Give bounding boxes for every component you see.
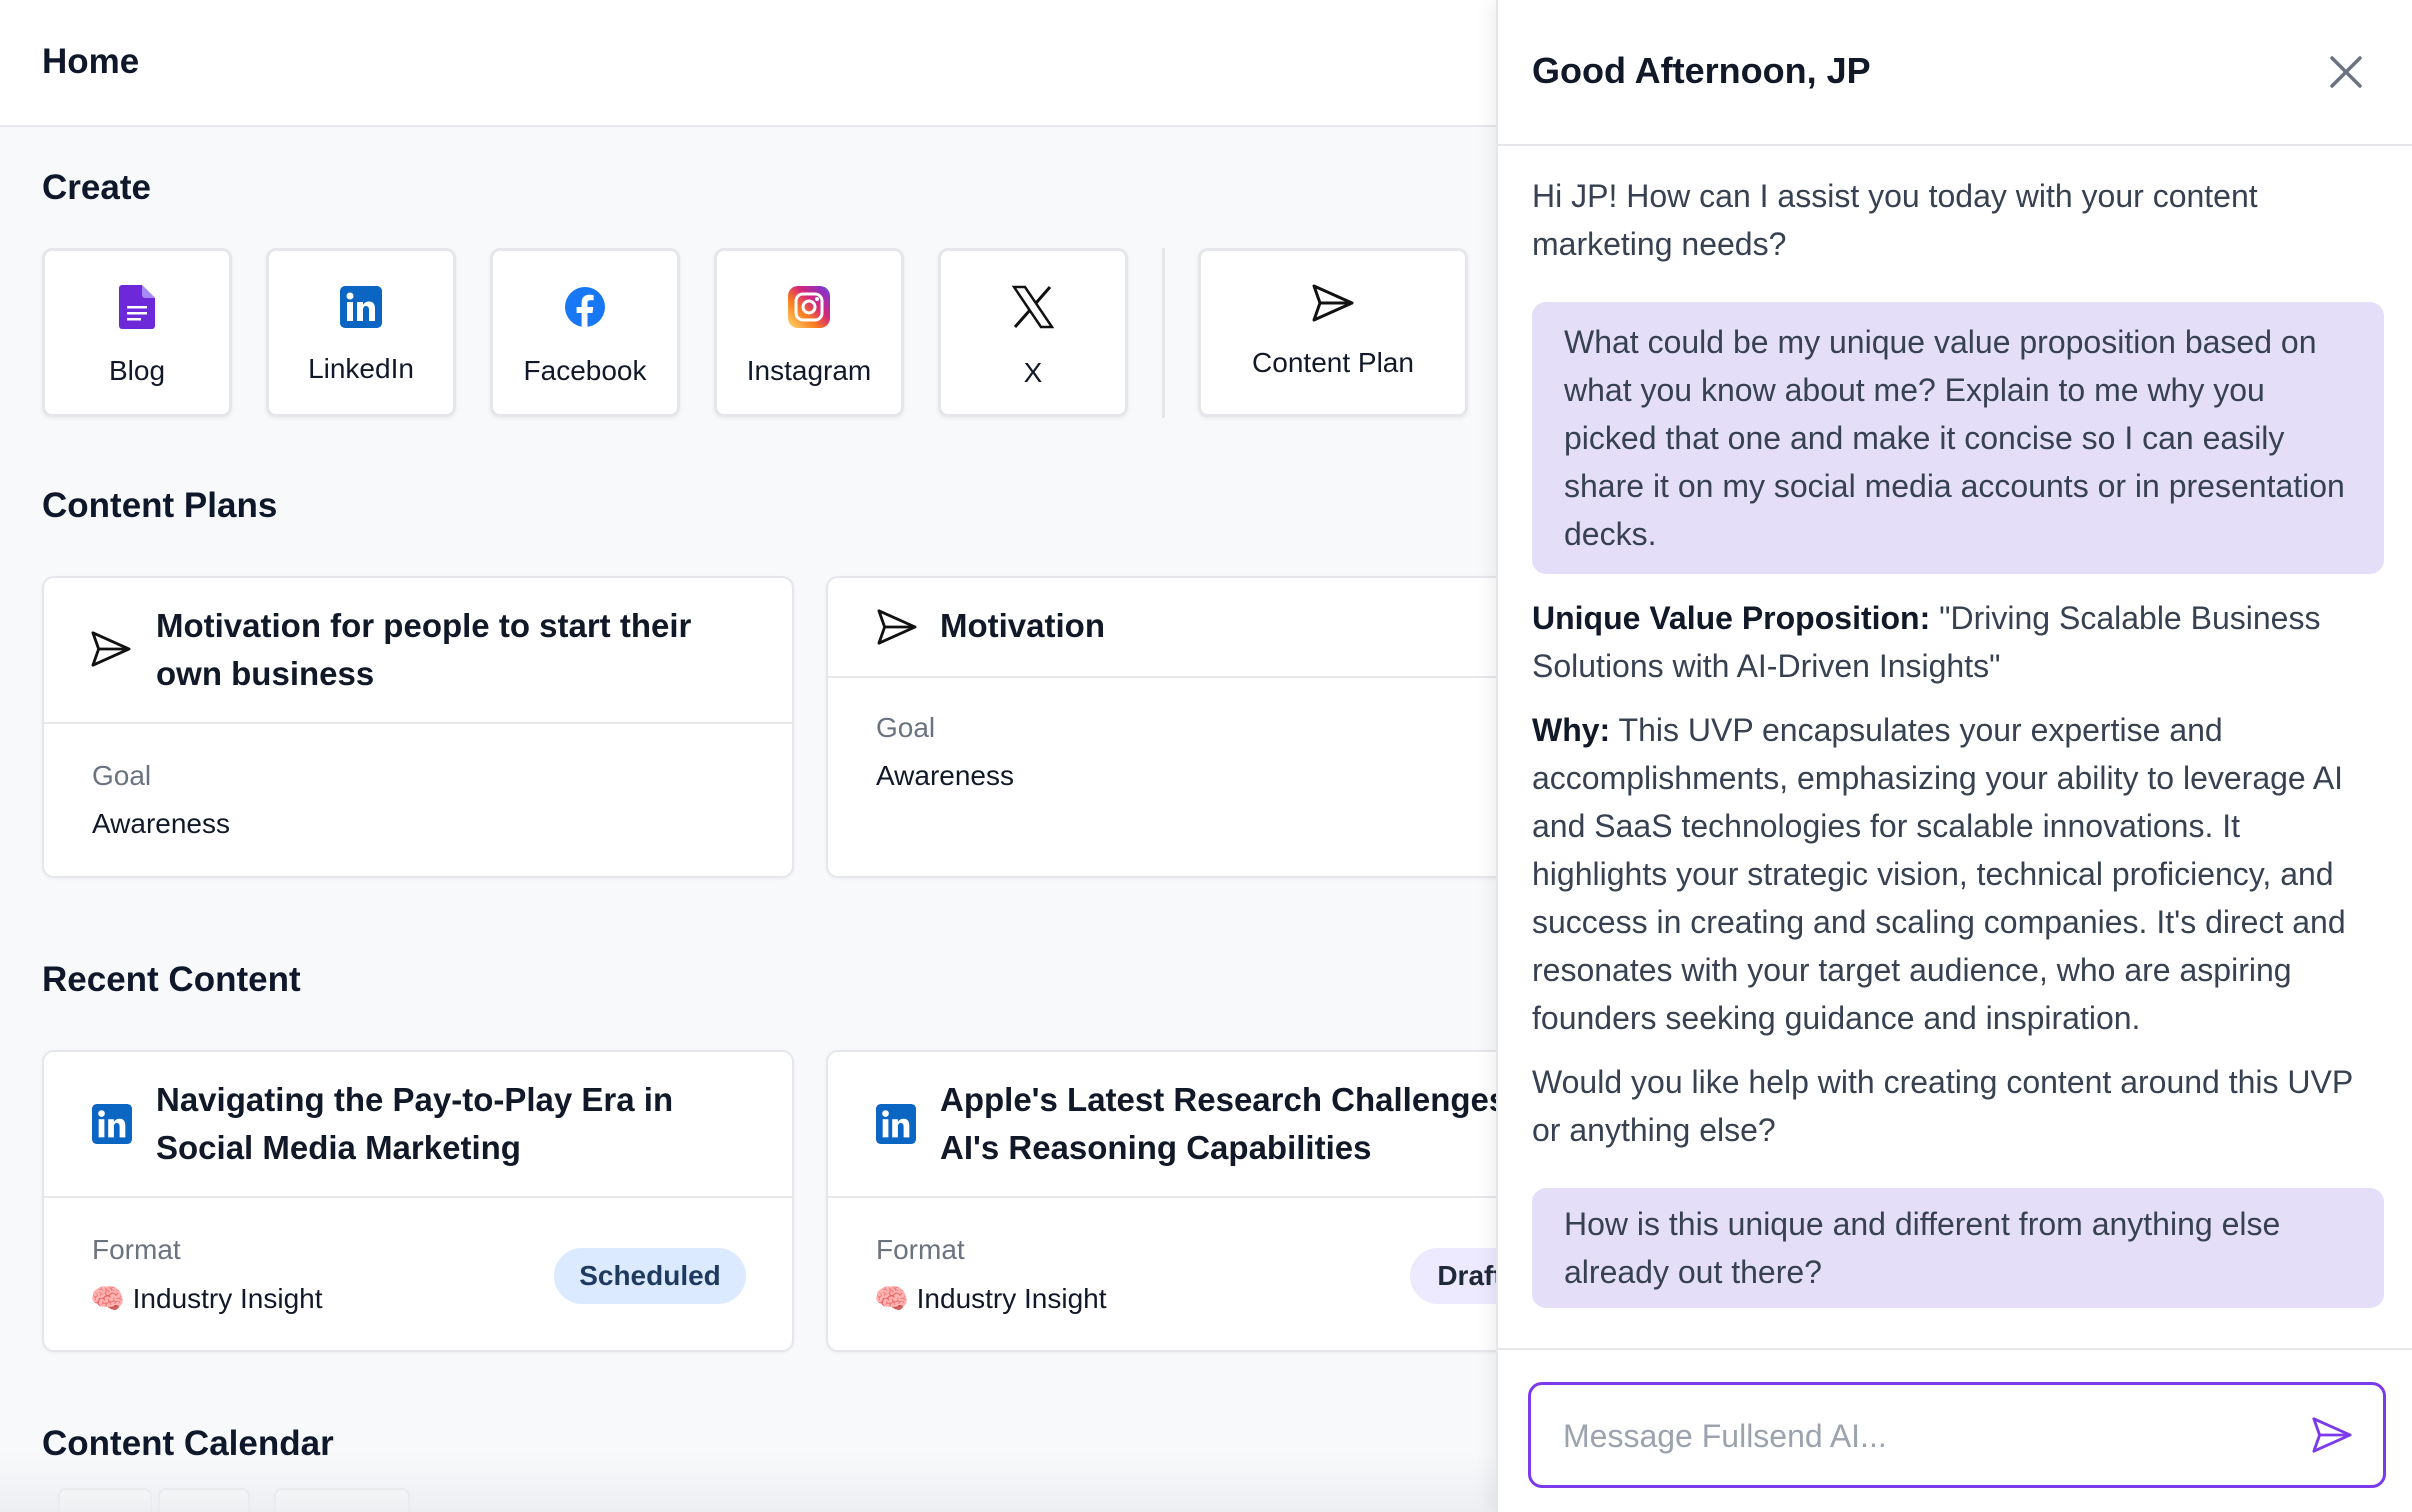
ai-message: Would you like help with creating conten… — [1532, 1064, 2353, 1148]
chat-header: Good Afternoon, JP — [1498, 0, 2412, 146]
send-icon[interactable] — [2311, 1415, 2355, 1459]
recent-content-section-title: Recent Content — [42, 960, 301, 999]
status-badge: Draft — [1410, 1248, 1496, 1304]
status-badge: Scheduled — [554, 1248, 746, 1304]
create-content-plan-button[interactable]: Content Plan — [1198, 248, 1468, 417]
goal-label: Goal — [876, 712, 936, 743]
chat-messages: Hi JP! How can I assist you today with y… — [1532, 172, 2384, 1308]
linkedin-icon — [876, 1104, 916, 1149]
why-text: This UVP encapsulates your expertise and… — [1532, 712, 2346, 1036]
facebook-icon — [493, 283, 677, 331]
format-value: 🧠 Industry Insight — [90, 1283, 323, 1314]
card-header: Apple's Latest Research Challenges AI's … — [828, 1052, 1496, 1198]
recent-content-card[interactable]: Navigating the Pay-to-Play Era in Social… — [42, 1050, 794, 1352]
tile-label: Blog — [108, 355, 166, 386]
content-plan-card[interactable]: Motivation Goal Awareness — [826, 576, 1496, 878]
instagram-icon — [717, 283, 901, 331]
message-input[interactable] — [1563, 1411, 2283, 1461]
main-area: Home Create Blog LinkedIn Facebook Insta… — [0, 0, 1496, 1512]
goal-label: Goal — [92, 760, 152, 791]
tile-label: LinkedIn — [308, 353, 414, 384]
uvp-label: Unique Value Proposition: — [1532, 600, 1931, 636]
page-title: Home — [42, 42, 140, 81]
card-header: Navigating the Pay-to-Play Era in Social… — [44, 1052, 792, 1198]
create-facebook-button[interactable]: Facebook — [490, 248, 680, 417]
tile-label: Instagram — [746, 355, 872, 386]
chat-panel: Good Afternoon, JP Hi JP! How can I assi… — [1496, 0, 2412, 1512]
top-bar: Home — [0, 0, 1496, 127]
create-section-title: Create — [42, 168, 151, 207]
chat-greeting: Good Afternoon, JP — [1532, 50, 1871, 91]
chat-footer — [1498, 1348, 2412, 1512]
format-label: Format — [876, 1234, 965, 1265]
tile-label: X — [1023, 357, 1043, 388]
send-icon — [876, 608, 918, 651]
send-icon — [1201, 279, 1465, 327]
content-plans-section-title: Content Plans — [42, 486, 278, 525]
scroll-fade — [0, 1452, 1496, 1512]
ai-message: Unique Value Proposition: "Driving Scala… — [1532, 594, 2384, 690]
create-linkedin-button[interactable]: LinkedIn — [266, 248, 456, 417]
content-title: Navigating the Pay-to-Play Era in Social… — [156, 1081, 674, 1166]
x-icon — [941, 283, 1125, 331]
document-icon — [45, 283, 229, 331]
user-message: How is this unique and different from an… — [1532, 1188, 2384, 1308]
create-instagram-button[interactable]: Instagram — [714, 248, 904, 417]
create-blog-button[interactable]: Blog — [42, 248, 232, 417]
tile-label: Content Plan — [1252, 347, 1414, 378]
card-header: Motivation for people to start their own… — [44, 578, 792, 724]
tile-label: Facebook — [523, 355, 647, 386]
why-label: Why: — [1532, 712, 1611, 748]
card-header: Motivation — [828, 578, 1496, 678]
ai-message: Hi JP! How can I assist you today with y… — [1532, 178, 2258, 262]
ai-message: Why: This UVP encapsulates your expertis… — [1532, 706, 2384, 1042]
create-x-button[interactable]: X — [938, 248, 1128, 417]
divider — [1162, 248, 1165, 418]
linkedin-icon — [92, 1104, 132, 1149]
recent-content-card[interactable]: Apple's Latest Research Challenges AI's … — [826, 1050, 1496, 1352]
content-title: Apple's Latest Research Challenges AI's … — [940, 1081, 1496, 1166]
send-icon — [90, 630, 132, 673]
linkedin-icon — [269, 283, 453, 331]
content-plan-title: Motivation — [940, 607, 1105, 644]
format-label: Format — [92, 1234, 181, 1265]
goal-value: Awareness — [92, 808, 231, 839]
format-value: 🧠 Industry Insight — [874, 1283, 1107, 1314]
close-icon[interactable] — [2324, 50, 2368, 94]
goal-value: Awareness — [876, 760, 1015, 791]
user-message: What could be my unique value propositio… — [1532, 302, 2384, 574]
content-plan-card[interactable]: Motivation for people to start their own… — [42, 576, 794, 878]
message-input-box[interactable] — [1528, 1382, 2386, 1488]
content-plan-title: Motivation for people to start their own… — [156, 607, 692, 692]
